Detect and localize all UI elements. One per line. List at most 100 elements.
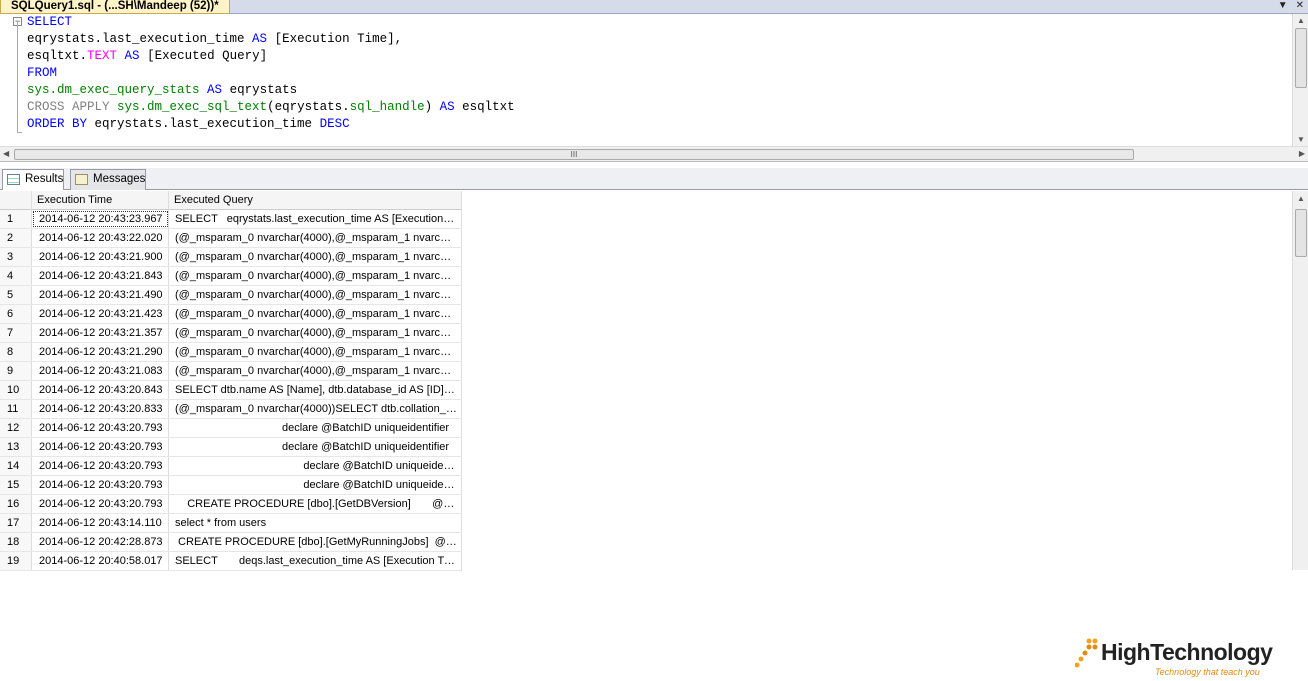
row-number[interactable]: 3 <box>0 248 32 266</box>
table-row[interactable]: 9 2014-06-12 20:43:21.083 (@_msparam_0 nva… <box>0 362 462 381</box>
tab-dropdown-icon[interactable]: ▼ <box>1278 0 1288 14</box>
cell-execution-time[interactable]: 2014-06-12 20:43:21.490 <box>32 286 169 304</box>
code-line[interactable]: ORDER BY eqrystats.last_execution_time D… <box>27 116 515 133</box>
editor-vertical-scrollbar[interactable]: ▲ ▼ <box>1292 14 1308 146</box>
cell-execution-time[interactable]: 2014-06-12 20:43:22.020 <box>32 229 169 247</box>
table-row[interactable]: 5 2014-06-12 20:43:21.490 (@_msparam_0 nva… <box>0 286 462 305</box>
close-tab-icon[interactable]: ✕ <box>1296 0 1304 14</box>
code-line[interactable]: eqrystats.last_execution_time AS [Execut… <box>27 31 515 48</box>
table-row[interactable]: 7 2014-06-12 20:43:21.357 (@_msparam_0 nva… <box>0 324 462 343</box>
row-number[interactable]: 18 <box>0 533 32 551</box>
scroll-down-icon[interactable]: ▼ <box>1297 135 1305 144</box>
cell-executed-query[interactable]: select * from users <box>169 514 462 532</box>
table-row[interactable]: 19 2014-06-12 20:40:58.017 SELECT deqs.las… <box>0 552 462 571</box>
cell-executed-query[interactable]: (@_msparam_0 nvarchar(4000),@_msparam_1 … <box>169 267 462 285</box>
table-row[interactable]: 18 2014-06-12 20:42:28.873 CREATE PROCEDU… <box>0 533 462 552</box>
cell-executed-query[interactable]: declare @BatchID uniqueidentifier <box>169 438 462 456</box>
results-grid[interactable]: Execution Time Executed Query 1 2014-06-1… <box>0 191 1292 677</box>
editor-hscroll-thumb[interactable]: III <box>14 149 1134 160</box>
row-number[interactable]: 1 <box>0 210 32 228</box>
code-line[interactable]: CROSS APPLY sys.dm_exec_sql_text(eqrysta… <box>27 99 515 116</box>
scroll-right-icon[interactable]: ▶ <box>1299 149 1305 158</box>
row-number[interactable]: 5 <box>0 286 32 304</box>
cell-executed-query[interactable]: (@_msparam_0 nvarchar(4000),@_msparam_1 … <box>169 305 462 323</box>
cell-execution-time[interactable]: 2014-06-12 20:43:14.110 <box>32 514 169 532</box>
table-row[interactable]: 3 2014-06-12 20:43:21.900 (@_msparam_0 nva… <box>0 248 462 267</box>
code-line[interactable]: sys.dm_exec_query_stats AS eqrystats <box>27 82 515 99</box>
table-row[interactable]: 8 2014-06-12 20:43:21.290 (@_msparam_0 nva… <box>0 343 462 362</box>
cell-executed-query[interactable]: (@_msparam_0 nvarchar(4000),@_msparam_1 … <box>169 229 462 247</box>
row-number[interactable]: 2 <box>0 229 32 247</box>
cell-execution-time[interactable]: 2014-06-12 20:43:20.833 <box>32 400 169 418</box>
column-header-executed-query[interactable]: Executed Query <box>169 191 462 210</box>
cell-executed-query[interactable]: (@_msparam_0 nvarchar(4000),@_msparam_1 … <box>169 362 462 380</box>
row-number[interactable]: 15 <box>0 476 32 494</box>
scroll-left-icon[interactable]: ◀ <box>3 149 9 158</box>
cell-execution-time[interactable]: 2014-06-12 20:43:21.423 <box>32 305 169 323</box>
cell-execution-time[interactable]: 2014-06-12 20:43:20.793 <box>32 419 169 437</box>
cell-execution-time[interactable]: 2014-06-12 20:43:21.290 <box>32 343 169 361</box>
table-row[interactable]: 11 2014-06-12 20:43:20.833 (@_msparam_0 nv… <box>0 400 462 419</box>
cell-execution-time[interactable]: 2014-06-12 20:43:20.843 <box>32 381 169 399</box>
table-row[interactable]: 16 2014-06-12 20:43:20.793 CREATE PROCEDU… <box>0 495 462 514</box>
query-editor[interactable]: − SELECTeqrystats.last_execution_time AS… <box>0 14 1308 146</box>
row-number[interactable]: 4 <box>0 267 32 285</box>
row-number[interactable]: 12 <box>0 419 32 437</box>
row-number[interactable]: 8 <box>0 343 32 361</box>
cell-executed-query[interactable]: (@_msparam_0 nvarchar(4000),@_msparam_1 … <box>169 248 462 266</box>
table-row[interactable]: 10 2014-06-12 20:43:20.843 SELECT dtb.name… <box>0 381 462 400</box>
row-number[interactable]: 9 <box>0 362 32 380</box>
cell-execution-time[interactable]: 2014-06-12 20:43:21.357 <box>32 324 169 342</box>
editor-vscroll-thumb[interactable] <box>1295 28 1307 88</box>
cell-executed-query[interactable]: (@_msparam_0 nvarchar(4000),@_msparam_1 … <box>169 324 462 342</box>
cell-executed-query[interactable]: CREATE PROCEDURE [dbo].[GetMyRunningJobs… <box>169 533 462 551</box>
tab-messages[interactable]: Messages <box>70 169 146 190</box>
cell-executed-query[interactable]: declare @BatchID uniqueidentifier <box>169 457 462 475</box>
table-row[interactable]: 2 2014-06-12 20:43:22.020 (@_msparam_0 nva… <box>0 229 462 248</box>
cell-execution-time[interactable]: 2014-06-12 20:43:20.793 <box>32 476 169 494</box>
row-number[interactable]: 11 <box>0 400 32 418</box>
column-header-execution-time[interactable]: Execution Time <box>32 191 169 210</box>
cell-executed-query[interactable]: declare @BatchID uniqueidentifier <box>169 419 462 437</box>
grid-vscroll-thumb[interactable] <box>1295 209 1307 257</box>
row-number[interactable]: 10 <box>0 381 32 399</box>
grid-scroll-up-icon[interactable]: ▲ <box>1297 194 1305 203</box>
cell-execution-time[interactable]: 2014-06-12 20:40:58.017 <box>32 552 169 570</box>
cell-executed-query[interactable]: (@_msparam_0 nvarchar(4000))SELECT dtb.c… <box>169 400 462 418</box>
cell-execution-time[interactable]: 2014-06-12 20:43:21.900 <box>32 248 169 266</box>
code-line[interactable]: SELECT <box>27 14 515 31</box>
cell-executed-query[interactable]: declare @BatchID uniqueidentifier <box>169 476 462 494</box>
cell-execution-time[interactable]: 2014-06-12 20:43:21.083 <box>32 362 169 380</box>
document-tab[interactable]: SQLQuery1.sql - (...SH\Mandeep (52))* <box>0 0 230 14</box>
cell-executed-query[interactable]: SELECT deqs.last_execution_time AS [Exec… <box>169 552 462 570</box>
code-line[interactable]: esqltxt.TEXT AS [Executed Query] <box>27 48 515 65</box>
cell-execution-time[interactable]: 2014-06-12 20:43:20.793 <box>32 457 169 475</box>
cell-executed-query[interactable]: (@_msparam_0 nvarchar(4000),@_msparam_1 … <box>169 286 462 304</box>
table-row[interactable]: 14 2014-06-12 20:43:20.793 declare @Batch… <box>0 457 462 476</box>
cell-execution-time[interactable]: 2014-06-12 20:42:28.873 <box>32 533 169 551</box>
table-row[interactable]: 13 2014-06-12 20:43:20.793 declare @Batch… <box>0 438 462 457</box>
row-number[interactable]: 16 <box>0 495 32 513</box>
cell-execution-time[interactable]: 2014-06-12 20:43:23.967 <box>32 210 169 228</box>
cell-executed-query[interactable]: (@_msparam_0 nvarchar(4000),@_msparam_1 … <box>169 343 462 361</box>
table-row[interactable]: 17 2014-06-12 20:43:14.110 select * from u… <box>0 514 462 533</box>
cell-executed-query[interactable]: SELECT dtb.name AS [Name], dtb.database_… <box>169 381 462 399</box>
row-number-header[interactable] <box>0 191 32 210</box>
code-line[interactable]: FROM <box>27 65 515 82</box>
row-number[interactable]: 19 <box>0 552 32 570</box>
row-number[interactable]: 17 <box>0 514 32 532</box>
table-row[interactable]: 1 2014-06-12 20:43:23.967 SELECT eqrystats… <box>0 210 462 229</box>
editor-horizontal-scrollbar[interactable]: ◀ III ▶ <box>0 146 1308 162</box>
cell-execution-time[interactable]: 2014-06-12 20:43:20.793 <box>32 438 169 456</box>
cell-execution-time[interactable]: 2014-06-12 20:43:20.793 <box>32 495 169 513</box>
table-row[interactable]: 15 2014-06-12 20:43:20.793 declare @Batch… <box>0 476 462 495</box>
row-number[interactable]: 13 <box>0 438 32 456</box>
row-number[interactable]: 14 <box>0 457 32 475</box>
tab-results[interactable]: Results <box>2 169 64 190</box>
sql-code[interactable]: SELECT eqrystats.last_execution_time AS [… <box>27 14 515 133</box>
cell-executed-query[interactable]: SELECT eqrystats.last_execution_time AS … <box>169 210 462 228</box>
row-number[interactable]: 7 <box>0 324 32 342</box>
table-row[interactable]: 6 2014-06-12 20:43:21.423 (@_msparam_0 nva… <box>0 305 462 324</box>
grid-vertical-scrollbar[interactable]: ▲ <box>1292 191 1308 570</box>
row-number[interactable]: 6 <box>0 305 32 323</box>
